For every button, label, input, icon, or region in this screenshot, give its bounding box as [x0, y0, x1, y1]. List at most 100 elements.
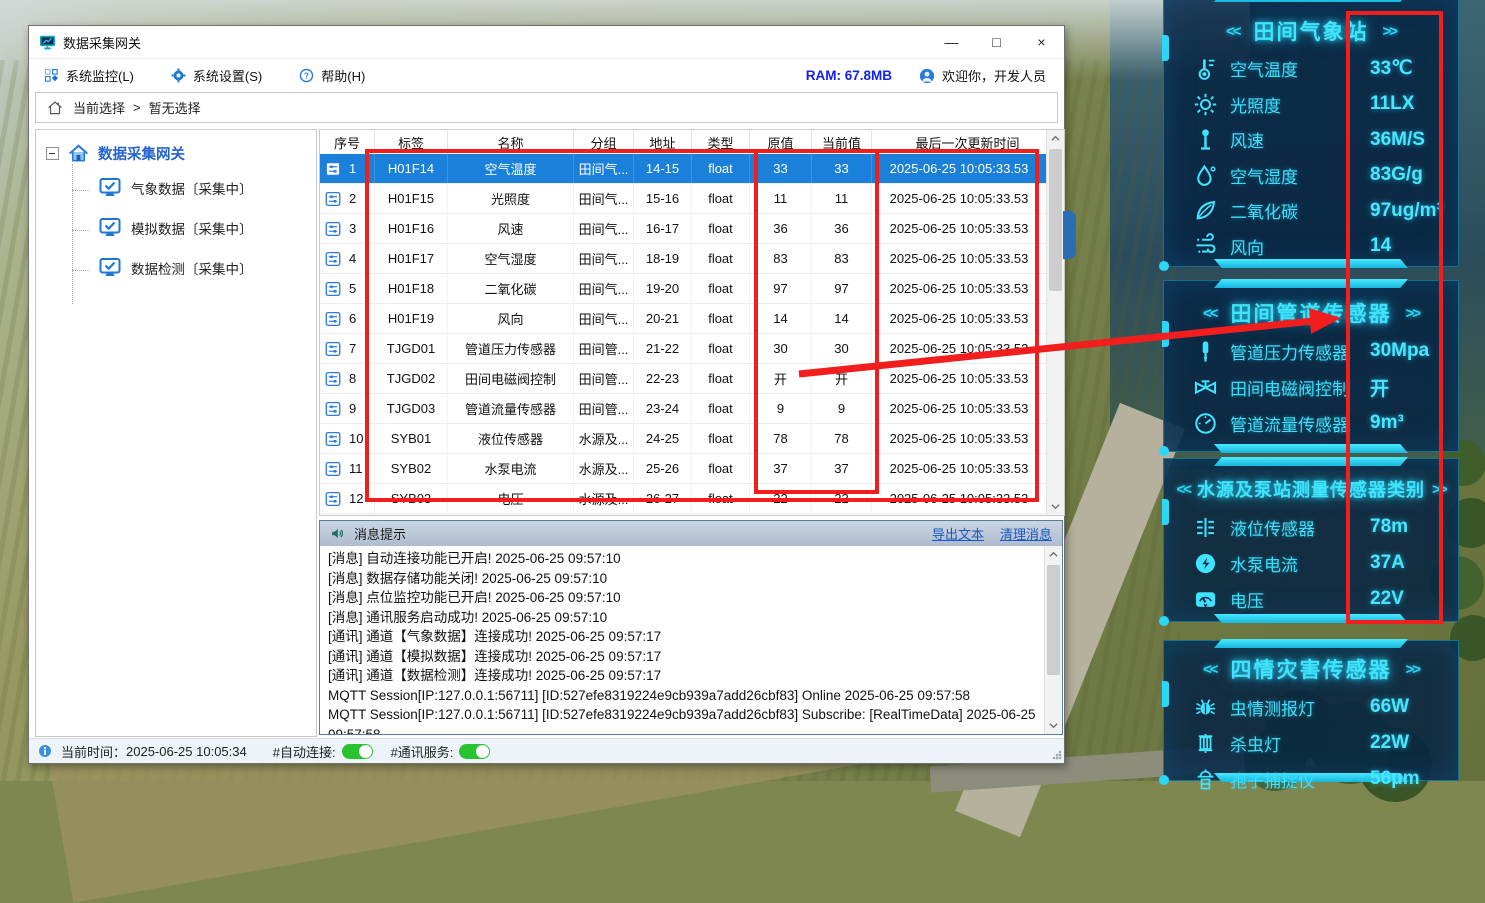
export-text-link[interactable]: 导出文本 [932, 524, 984, 543]
table-cell: 9 [750, 394, 812, 423]
column-header[interactable]: 名称 [448, 130, 574, 154]
column-header[interactable]: 原值 [750, 130, 812, 154]
menu-system-monitor[interactable]: 系统监控(L) [43, 66, 134, 85]
info-icon [37, 743, 53, 759]
column-header[interactable]: 类型 [692, 130, 750, 154]
table-row[interactable]: 3H01F16风速田间气...16-17float36362025-06-25 … [320, 214, 1047, 244]
sensor-label: 风速 [1230, 127, 1264, 152]
next-section-chevron[interactable]: >> [1432, 481, 1446, 498]
column-header[interactable]: 序号 [320, 130, 375, 154]
table-cell: 30 [750, 334, 812, 363]
table-row[interactable]: 9TJGD03管道流量传感器田间管...23-24float992025-06-… [320, 394, 1047, 424]
tree-node-label: 模拟数据〔采集中〕 [131, 218, 253, 238]
row-icon [324, 430, 342, 448]
table-cell: 36 [812, 214, 872, 243]
user-welcome[interactable]: 欢迎你，开发人员 [918, 66, 1046, 85]
menu-help[interactable]: ? 帮助(H) [298, 66, 365, 85]
log-scroll-up-arrow[interactable] [1045, 546, 1062, 563]
table-cell: H01F17 [375, 244, 448, 273]
home-icon[interactable] [46, 99, 64, 117]
table-cell: 2025-06-25 10:05:33.53 [872, 214, 1047, 243]
tree-node-channel[interactable]: 模拟数据〔采集中〕 [98, 216, 253, 240]
dashboard-section: << 田间管道传感器 >> 管道压力传感器 30Mpa 田间电磁阀控制 开 管道… [1163, 280, 1459, 452]
table-cell: 78 [812, 424, 872, 453]
table-row[interactable]: 5H01F18二氧化碳田间气...19-20float97972025-06-2… [320, 274, 1047, 304]
sensor-value: 9m³ [1370, 412, 1404, 434]
current-time-value: 2025-06-25 10:05:34 [126, 744, 247, 759]
sensor-label: 二氧化碳 [1230, 198, 1298, 223]
table-cell: 空气温度 [448, 154, 574, 183]
next-section-chevron[interactable]: >> [1383, 23, 1397, 40]
table-row[interactable]: 10SYB01液位传感器水源及...24-25float78782025-06-… [320, 424, 1047, 454]
row-number: 10 [349, 431, 363, 446]
sensor-value: 37A [1370, 552, 1405, 574]
sensor-label: 管道压力传感器 [1230, 339, 1349, 364]
prev-section-chevron[interactable]: << [1203, 661, 1217, 678]
table-cell: 14 [750, 304, 812, 333]
welcome-label: 欢迎你，开发人员 [942, 66, 1046, 85]
close-button[interactable]: × [1019, 26, 1064, 58]
sensor-label: 管道流量传感器 [1230, 411, 1349, 436]
row-index-cell: 6 [320, 304, 375, 333]
next-section-chevron[interactable]: >> [1406, 305, 1420, 322]
table-cell: 开 [812, 364, 872, 393]
tree-node-channel[interactable]: 数据检测〔采集中〕 [98, 256, 253, 280]
table-row[interactable]: 1H01F14空气温度田间气...14-15float33332025-06-2… [320, 154, 1047, 184]
column-header[interactable]: 标签 [375, 130, 448, 154]
table-cell: 37 [750, 454, 812, 483]
prev-section-chevron[interactable]: << [1203, 305, 1217, 322]
column-header[interactable]: 最后一次更新时间 [872, 130, 1064, 154]
log-scrollbar[interactable] [1044, 546, 1062, 734]
resize-grip[interactable] [1052, 750, 1062, 760]
minimize-button[interactable]: — [929, 26, 974, 58]
scroll-thumb[interactable] [1049, 149, 1062, 291]
table-cell: float [692, 214, 750, 243]
row-number: 11 [349, 461, 363, 476]
maximize-button[interactable]: □ [974, 26, 1019, 58]
column-header[interactable]: 当前值 [812, 130, 872, 154]
log-line: [消息] 通讯服务启动成功! 2025-06-25 09:57:10 [328, 608, 1040, 628]
row-number: 1 [349, 161, 356, 176]
sensor-label: 光照度 [1230, 92, 1281, 117]
points-table-body: 1H01F14空气温度田间气...14-15float33332025-06-2… [320, 154, 1047, 515]
sensor-reading-row: 管道压力传感器 30Mpa [1164, 333, 1458, 369]
row-icon [324, 190, 342, 208]
side-panel-handle[interactable] [1063, 211, 1076, 259]
scroll-up-arrow[interactable] [1047, 130, 1064, 147]
prev-section-chevron[interactable]: << [1176, 481, 1190, 498]
comm-service-toggle[interactable] [459, 744, 490, 759]
scroll-down-arrow[interactable] [1047, 498, 1064, 515]
table-cell: TJGD03 [375, 394, 448, 423]
table-row[interactable]: 12SYB03电压水源及...26-27float22222025-06-25 … [320, 484, 1047, 514]
sensor-label: 空气湿度 [1230, 163, 1298, 188]
next-section-chevron[interactable]: >> [1406, 661, 1420, 678]
table-cell: 2025-06-25 10:05:33.53 [872, 454, 1047, 483]
sensor-value: 开 [1370, 374, 1389, 401]
ram-indicator: RAM: 67.8MB [806, 68, 892, 83]
table-cell: 风速 [448, 214, 574, 243]
table-cell: H01F15 [375, 184, 448, 213]
table-row[interactable]: 2H01F15光照度田间气...15-16float11112025-06-25… [320, 184, 1047, 214]
table-row[interactable]: 8TJGD02田间电磁阀控制田间管...22-23float开开2025-06-… [320, 364, 1047, 394]
log-scroll-down-arrow[interactable] [1045, 717, 1062, 734]
log-scroll-thumb[interactable] [1047, 565, 1060, 675]
prev-section-chevron[interactable]: << [1226, 23, 1240, 40]
table-row[interactable]: 4H01F17空气湿度田间气...18-19float83832025-06-2… [320, 244, 1047, 274]
column-header[interactable]: 分组 [574, 130, 634, 154]
table-row[interactable]: 6H01F19风向田间气...20-21float14142025-06-25 … [320, 304, 1047, 334]
sensor-reading-row: 风速 36M/S [1164, 122, 1458, 158]
clear-messages-link[interactable]: 清理消息 [1000, 524, 1052, 543]
breadcrumb: 当前选择 > 暂无选择 [35, 92, 1058, 123]
sensor-reading-row: 虫情测报灯 66W [1164, 689, 1458, 725]
table-cell: float [692, 304, 750, 333]
table-row[interactable]: 11SYB02水泵电流水源及...25-26float37372025-06-2… [320, 454, 1047, 484]
row-index-cell: 9 [320, 394, 375, 423]
table-row[interactable]: 7TJGD01管道压力传感器田间管...21-22float30302025-0… [320, 334, 1047, 364]
menu-system-settings[interactable]: 系统设置(S) [170, 66, 262, 85]
auto-connect-toggle[interactable] [342, 744, 373, 759]
table-scrollbar[interactable] [1046, 130, 1064, 515]
tree-node-channel[interactable]: 气象数据〔采集中〕 [98, 176, 253, 200]
sensor-reading-row: 空气湿度 83G/g [1164, 158, 1458, 194]
column-header[interactable]: 地址 [634, 130, 692, 154]
table-cell: 33 [750, 154, 812, 183]
